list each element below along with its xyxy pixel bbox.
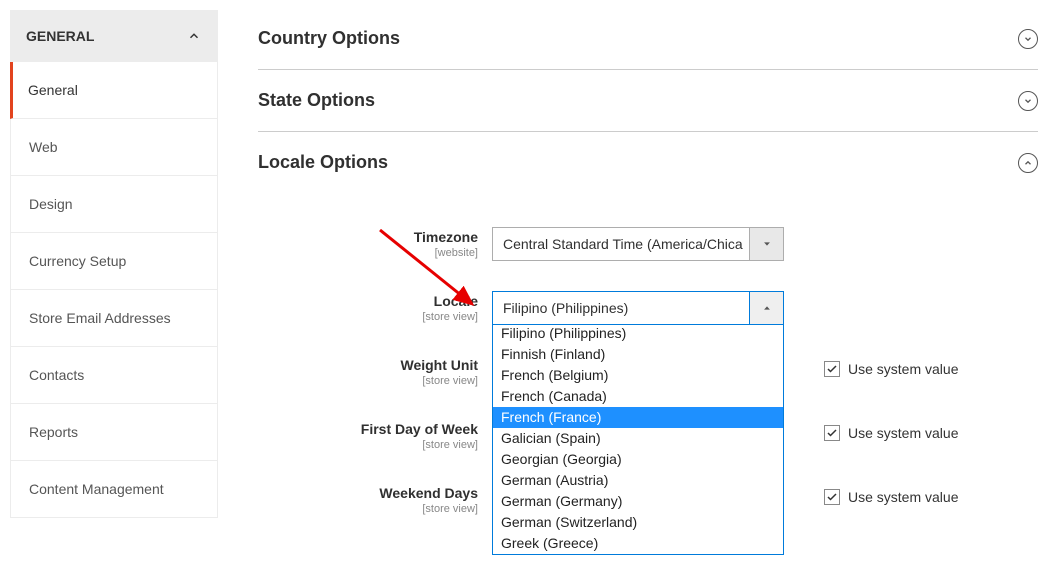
field-scope: [store view] <box>258 439 478 451</box>
use-system-checkbox[interactable] <box>824 361 840 377</box>
field-locale: Locale [store view] Filipino (Philippine… <box>258 291 1038 327</box>
use-system-label: Use system value <box>848 489 958 505</box>
sidebar-item-label: Reports <box>29 424 78 440</box>
field-label: Weight Unit <box>258 357 478 373</box>
chevron-up-icon <box>186 28 202 44</box>
section-locale-options[interactable]: Locale Options <box>258 132 1038 193</box>
sidebar-item-label: Currency Setup <box>29 253 126 269</box>
field-scope: [store view] <box>258 503 478 515</box>
locale-option[interactable]: Georgian (Georgia) <box>493 449 783 470</box>
dropdown-arrow-icon <box>749 228 783 260</box>
timezone-select[interactable]: Central Standard Time (America/Chica <box>492 227 784 261</box>
field-scope: [store view] <box>258 311 478 323</box>
locale-option[interactable]: Greek (Greece) <box>493 533 783 554</box>
sidebar-item-label: Store Email Addresses <box>29 310 171 326</box>
sidebar-item-reports[interactable]: Reports <box>10 404 218 461</box>
field-label: First Day of Week <box>258 421 478 437</box>
field-label: Locale <box>258 293 478 309</box>
use-system-checkbox[interactable] <box>824 425 840 441</box>
use-system-label: Use system value <box>848 361 958 377</box>
locale-option[interactable]: German (Switzerland) <box>493 512 783 533</box>
sidebar-item-label: Design <box>29 196 73 212</box>
field-scope: [store view] <box>258 375 478 387</box>
sidebar-group-general[interactable]: GENERAL <box>10 10 218 62</box>
section-title: Country Options <box>258 28 400 49</box>
sidebar-item-web[interactable]: Web <box>10 119 218 176</box>
locale-dropdown[interactable]: Estonian (Estonia)Filipino (Philippines)… <box>492 325 784 555</box>
field-scope: [website] <box>258 247 478 259</box>
sidebar-item-contacts[interactable]: Contacts <box>10 347 218 404</box>
use-system-checkbox[interactable] <box>824 489 840 505</box>
sidebar-item-store-email[interactable]: Store Email Addresses <box>10 290 218 347</box>
locale-select[interactable]: Filipino (Philippines) <box>492 291 784 325</box>
locale-option[interactable]: Finnish (Finland) <box>493 344 783 365</box>
dropdown-arrow-up-icon <box>749 292 783 324</box>
expand-icon <box>1018 29 1038 49</box>
section-country-options[interactable]: Country Options <box>258 20 1038 70</box>
sidebar-item-label: Web <box>29 139 58 155</box>
locale-options-fields: Timezone [website] Central Standard Time… <box>258 193 1038 519</box>
expand-icon <box>1018 91 1038 111</box>
field-label: Timezone <box>258 229 478 245</box>
sidebar-item-general[interactable]: General <box>10 62 218 119</box>
locale-option[interactable]: French (Belgium) <box>493 365 783 386</box>
locale-option[interactable]: French (France) <box>493 407 783 428</box>
locale-option[interactable]: German (Austria) <box>493 470 783 491</box>
collapse-icon <box>1018 153 1038 173</box>
locale-option[interactable]: Galician (Spain) <box>493 428 783 449</box>
section-title: Locale Options <box>258 152 388 173</box>
section-state-options[interactable]: State Options <box>258 70 1038 132</box>
use-system-label: Use system value <box>848 425 958 441</box>
section-title: State Options <box>258 90 375 111</box>
sidebar-item-label: Contacts <box>29 367 84 383</box>
sidebar-item-content-management[interactable]: Content Management <box>10 461 218 518</box>
config-sidebar: GENERAL General Web Design Currency Setu… <box>0 0 228 547</box>
locale-value: Filipino (Philippines) <box>493 292 749 324</box>
sidebar-item-design[interactable]: Design <box>10 176 218 233</box>
field-timezone: Timezone [website] Central Standard Time… <box>258 227 1038 263</box>
field-label: Weekend Days <box>258 485 478 501</box>
sidebar-item-currency-setup[interactable]: Currency Setup <box>10 233 218 290</box>
locale-option[interactable]: Filipino (Philippines) <box>493 325 783 344</box>
sidebar-item-label: Content Management <box>29 481 164 497</box>
sidebar-group-label: GENERAL <box>26 28 94 44</box>
config-content: Country Options State Options Locale Opt… <box>228 0 1056 547</box>
locale-option[interactable]: French (Canada) <box>493 386 783 407</box>
locale-option[interactable]: German (Germany) <box>493 491 783 512</box>
sidebar-item-label: General <box>28 82 78 98</box>
timezone-value: Central Standard Time (America/Chica <box>493 228 749 260</box>
